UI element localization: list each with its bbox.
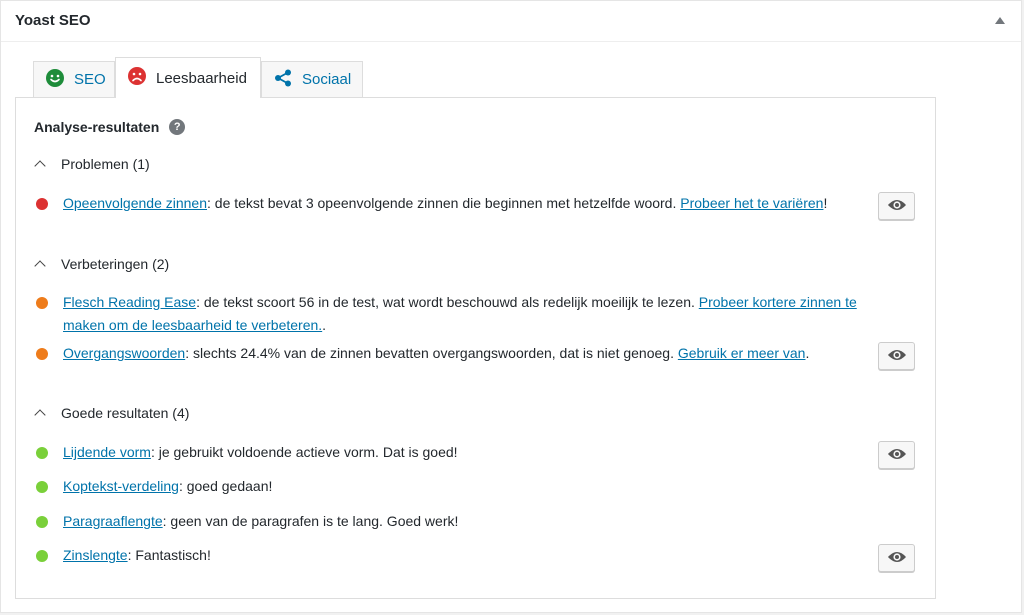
section-good-toggle[interactable]: Goede resultaten (4) bbox=[34, 405, 190, 421]
analysis-heading: Analyse-resultaten ? bbox=[34, 119, 186, 135]
eye-icon bbox=[887, 198, 907, 215]
status-bad-bullet bbox=[36, 198, 48, 210]
result-action-link[interactable]: Gebruik er meer van bbox=[678, 345, 806, 361]
highlight-eye-button[interactable] bbox=[878, 544, 915, 572]
collapse-arrow-icon[interactable] bbox=[995, 17, 1005, 24]
yoast-seo-metabox: Yoast SEO SEO Leesbaarheid Sociaal Analy… bbox=[0, 0, 1022, 613]
metabox-title: Yoast SEO bbox=[15, 12, 91, 29]
result-link[interactable]: Opeenvolgende zinnen bbox=[63, 195, 207, 211]
chevron-up-icon bbox=[34, 260, 46, 272]
result-link[interactable]: Overgangswoorden bbox=[63, 345, 185, 361]
smiley-happy-icon bbox=[46, 68, 64, 91]
result-item: Zinslengte: Fantastisch! bbox=[36, 544, 916, 567]
status-good-bullet bbox=[36, 481, 48, 493]
result-text: Opeenvolgende zinnen: de tekst bevat 3 o… bbox=[63, 195, 828, 211]
highlight-eye-button[interactable] bbox=[878, 441, 915, 469]
status-good-bullet bbox=[36, 550, 48, 562]
eye-icon bbox=[887, 348, 907, 365]
result-text: Lijdende vorm: je gebruikt voldoende act… bbox=[63, 444, 458, 460]
status-good-bullet bbox=[36, 447, 48, 459]
result-text: Zinslengte: Fantastisch! bbox=[63, 547, 211, 563]
share-icon bbox=[274, 69, 292, 91]
help-icon[interactable]: ? bbox=[169, 119, 186, 135]
analysis-heading-label: Analyse-resultaten bbox=[34, 119, 160, 135]
result-item: Paragraaflengte: geen van de paragrafen … bbox=[36, 510, 916, 533]
highlight-eye-button[interactable] bbox=[878, 342, 915, 370]
result-text: Koptekst-verdeling: goed gedaan! bbox=[63, 478, 273, 494]
highlight-eye-button[interactable] bbox=[878, 192, 915, 220]
result-item: Overgangswoorden: slechts 24.4% van de z… bbox=[36, 342, 916, 365]
tab-seo-label: SEO bbox=[74, 71, 106, 88]
tab-leesbaarheid[interactable]: Leesbaarheid bbox=[115, 57, 261, 98]
eye-icon bbox=[887, 447, 907, 464]
smiley-sad-icon bbox=[128, 67, 146, 89]
section-improvements-label: Verbeteringen (2) bbox=[61, 256, 170, 272]
section-problems-label: Problemen (1) bbox=[61, 156, 150, 172]
result-item: Opeenvolgende zinnen: de tekst bevat 3 o… bbox=[36, 192, 916, 215]
result-text: Paragraaflengte: geen van de paragrafen … bbox=[63, 513, 459, 529]
status-ok-bullet bbox=[36, 348, 48, 360]
section-good-label: Goede resultaten (4) bbox=[61, 405, 190, 421]
chevron-up-icon bbox=[34, 160, 46, 172]
section-problems-toggle[interactable]: Problemen (1) bbox=[34, 156, 150, 172]
result-link[interactable]: Flesch Reading Ease bbox=[63, 294, 196, 310]
section-improvements-toggle[interactable]: Verbeteringen (2) bbox=[34, 256, 170, 272]
readability-panel: Analyse-resultaten ? Problemen (1) Opeen… bbox=[15, 97, 936, 599]
chevron-up-icon bbox=[34, 409, 46, 421]
tab-seo[interactable]: SEO bbox=[33, 61, 115, 97]
result-text: Flesch Reading Ease: de tekst scoort 56 … bbox=[63, 294, 857, 333]
result-text: Overgangswoorden: slechts 24.4% van de z… bbox=[63, 345, 810, 361]
status-ok-bullet bbox=[36, 297, 48, 309]
eye-icon bbox=[887, 550, 907, 567]
tab-sociaal[interactable]: Sociaal bbox=[261, 61, 363, 97]
tab-leesbaarheid-label: Leesbaarheid bbox=[156, 69, 247, 87]
status-good-bullet bbox=[36, 516, 48, 528]
result-item: Koptekst-verdeling: goed gedaan! bbox=[36, 475, 916, 498]
tab-sociaal-label: Sociaal bbox=[302, 71, 352, 88]
result-link[interactable]: Koptekst-verdeling bbox=[63, 478, 179, 494]
result-link[interactable]: Paragraaflengte bbox=[63, 513, 163, 529]
metabox-header[interactable]: Yoast SEO bbox=[1, 1, 1021, 42]
result-item: Flesch Reading Ease: de tekst scoort 56 … bbox=[36, 291, 916, 337]
result-action-link[interactable]: Probeer het te variëren bbox=[680, 195, 823, 211]
result-link[interactable]: Zinslengte bbox=[63, 547, 128, 563]
result-item: Lijdende vorm: je gebruikt voldoende act… bbox=[36, 441, 916, 464]
result-link[interactable]: Lijdende vorm bbox=[63, 444, 151, 460]
